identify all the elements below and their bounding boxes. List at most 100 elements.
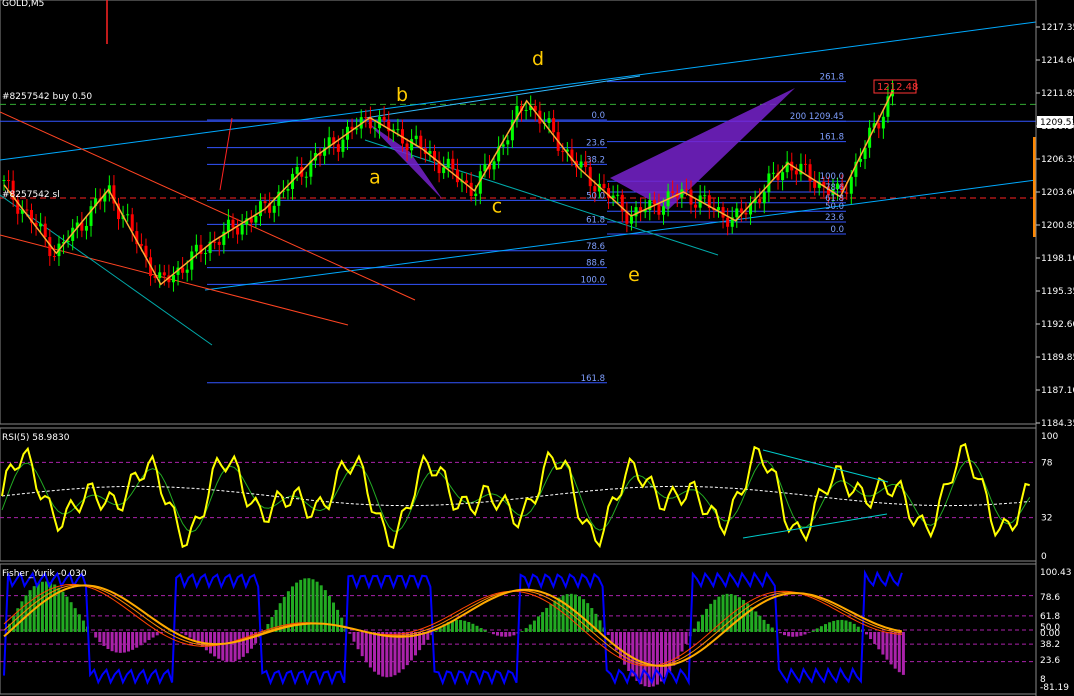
symbol-title-group: GOLD,M5 [2, 0, 44, 9]
fisher-histogram-bar [610, 632, 614, 643]
fisher-histogram-bar [717, 596, 721, 632]
wave-label-c: c [492, 195, 502, 217]
fisher-histogram-bar [885, 632, 889, 660]
rsi-tick-label: 100 [1041, 432, 1058, 442]
fisher-histogram-bar [500, 632, 504, 637]
fisher-histogram-bar [856, 626, 860, 632]
fib-label: 0.0 [830, 225, 844, 235]
candle-body [616, 194, 620, 196]
fisher-histogram-bar [221, 632, 225, 661]
price-tick-label: 1211.85 [1041, 89, 1074, 99]
candle-body [226, 219, 230, 232]
fisher-histogram-bar [356, 632, 360, 650]
fisher-histogram-bar [110, 632, 114, 652]
fisher-histogram-bar [459, 620, 463, 632]
fisher-histogram-bar [582, 599, 586, 632]
fib-label: 100.0 [581, 275, 605, 285]
current-price-box: 1209.51 [1037, 116, 1074, 128]
fib-label: 78.6 [825, 183, 844, 193]
tp-label-box: 1212.48 [873, 79, 918, 94]
fisher-histogram-bar [245, 632, 249, 654]
candle-body [43, 223, 47, 238]
fisher-histogram-bar [204, 632, 208, 651]
fisher-histogram-bar [705, 608, 709, 632]
fisher-histogram-bar [114, 632, 118, 653]
candle-body [364, 117, 368, 119]
fisher-histogram-bar [508, 632, 512, 637]
fisher-histogram-bar [811, 630, 815, 632]
fisher-histogram-bar [364, 632, 368, 663]
fisher-histogram-bar [520, 631, 524, 632]
candle-body [158, 272, 162, 278]
candle-body [547, 118, 551, 123]
fisher-histogram-bar [873, 632, 877, 645]
candle-body [162, 272, 166, 276]
candle-body [52, 256, 56, 258]
fisher-histogram-bar [541, 612, 545, 632]
fisher-histogram-bar [504, 632, 508, 637]
fib-label: 38.2 [586, 155, 605, 165]
tp-label-text: 1212.48 [877, 82, 918, 93]
rsi-axis: 100 78 32 0 [1041, 432, 1058, 562]
fisher-tick-label: 78.6 [1040, 593, 1060, 603]
candle-body [126, 214, 130, 216]
candle-body [881, 116, 885, 129]
fisher-histogram-bar [483, 630, 487, 632]
candle-body [579, 161, 583, 168]
fisher-histogram-bar [340, 617, 344, 632]
candle-body [382, 116, 386, 121]
fisher-histogram-bar [627, 632, 631, 671]
fisher-histogram-bar [819, 626, 823, 632]
fisher-histogram-bar [61, 591, 65, 632]
candle-body [771, 172, 775, 174]
candle-body [762, 192, 766, 204]
fisher-histogram-bar [762, 619, 766, 632]
fisher-histogram-bar [799, 632, 803, 636]
fisher-histogram-bar [791, 632, 795, 637]
main-price-panel[interactable]: a b c d e 0.0 23.6 38.2 50.0 61.8 78.6 88.6 100.0 16… [0, 0, 1037, 425]
fisher-histogram-bar [479, 628, 483, 632]
candle-body [716, 207, 720, 211]
fisher-histogram-bar [389, 632, 393, 677]
fisher-histogram-bar [696, 621, 700, 632]
candle-body [204, 253, 208, 255]
fib-label: 61.8 [586, 215, 605, 225]
buy-order-label: #8257542 buy 0.50 [2, 92, 92, 102]
candle-body [258, 201, 262, 217]
fisher-histogram-bar [20, 601, 24, 632]
fisher-histogram-bar [787, 632, 791, 637]
fisher-histogram-bar [143, 632, 147, 643]
fisher-histogram-bar [381, 632, 385, 677]
fisher-panel[interactable] [0, 563, 1037, 695]
fib-label: 78.6 [586, 242, 605, 252]
candle-body [442, 167, 446, 174]
candle-body [662, 206, 666, 215]
candle-body [552, 118, 556, 133]
fisher-histogram-bar [336, 609, 340, 632]
rsi-title: RSI(5) 58.9830 [2, 433, 70, 443]
fisher-histogram-bar [832, 620, 836, 632]
fisher-histogram-bar [840, 619, 844, 632]
candle-body [794, 170, 798, 175]
candle-body [240, 224, 244, 235]
rsi-panel[interactable] [0, 427, 1037, 562]
trading-chart[interactable]: a b c d e 0.0 23.6 38.2 50.0 61.8 78.6 88.6 100.0 16… [0, 0, 1074, 696]
fisher-histogram-bar [471, 623, 475, 632]
candle-body [373, 128, 377, 130]
fisher-histogram-bar [783, 632, 786, 636]
fisher-histogram-bar [590, 608, 594, 632]
candle-body [703, 195, 707, 197]
fib-label: 50.0 [825, 202, 844, 212]
fisher-histogram-bar [127, 632, 130, 652]
fisher-histogram-bar [225, 632, 229, 662]
fisher-histogram-bar [524, 628, 528, 632]
candle-body [506, 140, 510, 145]
fib-label: 0.0 [591, 111, 605, 121]
price-tick-label: 1200.85 [1041, 221, 1074, 231]
candle-body [396, 129, 400, 131]
fisher-histogram-bar [106, 632, 110, 649]
fisher-histogram-bar [545, 607, 549, 632]
candle-body [419, 135, 423, 149]
fisher-title: Fisher_Yurik -0.030 [2, 569, 87, 579]
fib-label: 50.0 [586, 191, 605, 201]
